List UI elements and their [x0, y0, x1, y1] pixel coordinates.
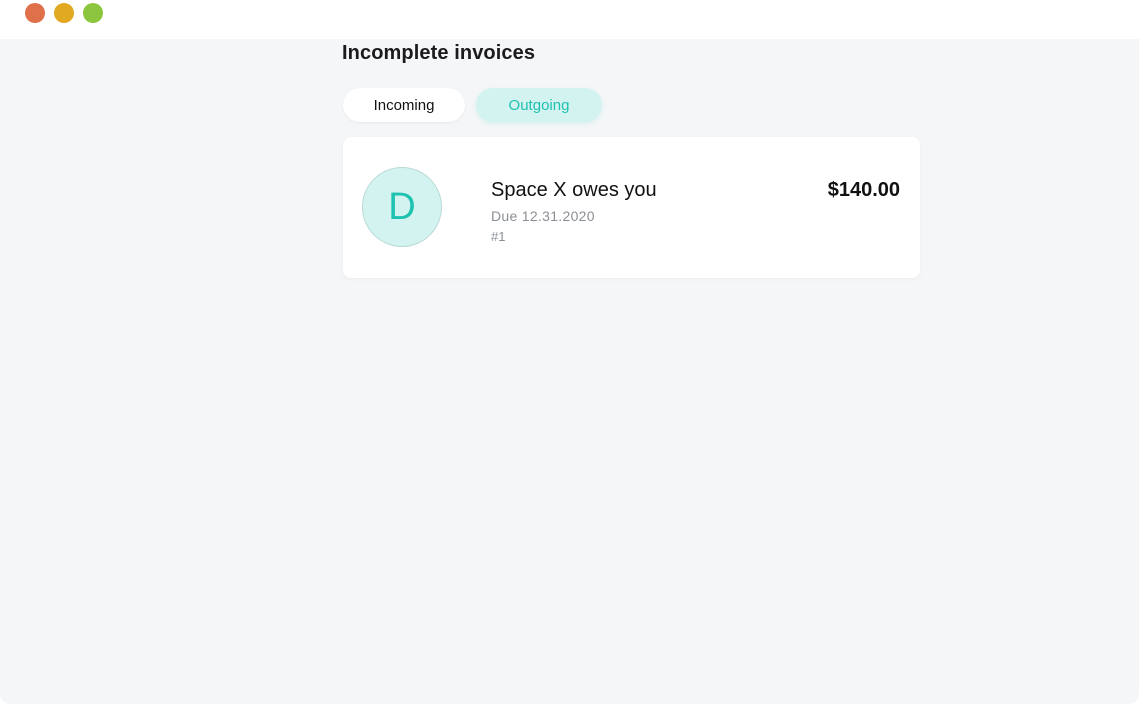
invoice-amount: $140.00 [827, 179, 900, 201]
page-title: Incomplete invoices [342, 42, 536, 64]
invoice-due-date: Due 12.31.2020 [491, 208, 595, 224]
tab-incoming[interactable]: Incoming [343, 88, 465, 122]
avatar: D [362, 167, 442, 247]
invoice-card[interactable]: D Space X owes you Due 12.31.2020 #1 $14… [343, 137, 920, 278]
maximize-window-button[interactable] [83, 3, 103, 23]
invoice-number: #1 [491, 229, 506, 244]
app-window: Incomplete invoices Incoming Outgoing D … [0, 0, 1139, 706]
title-bar [0, 0, 1139, 39]
close-window-button[interactable] [25, 3, 45, 23]
tab-outgoing[interactable]: Outgoing [476, 88, 602, 122]
minimize-window-button[interactable] [54, 3, 74, 23]
main-content: Incomplete invoices Incoming Outgoing D … [0, 39, 1139, 704]
invoice-direction-tabs: Incoming Outgoing [343, 88, 602, 122]
invoice-title: Space X owes you [491, 179, 657, 201]
